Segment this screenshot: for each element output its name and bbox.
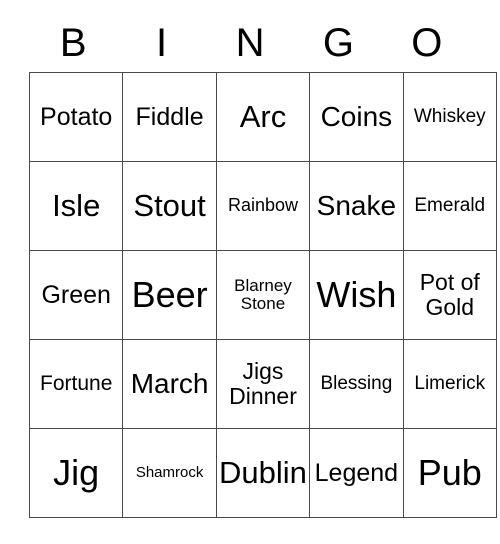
bingo-cell-label: March — [130, 367, 209, 399]
bingo-card: B I N G O Potato Fiddle Arc Coins Whiske… — [28, 14, 497, 518]
bingo-cell[interactable]: Rainbow — [215, 161, 311, 251]
bingo-cell-label: Rainbow — [227, 195, 298, 216]
bingo-cell[interactable]: Pub — [402, 428, 497, 518]
bingo-cell[interactable]: March — [122, 339, 217, 429]
bingo-cell-label: Fortune — [40, 371, 113, 395]
bingo-cell-label: Arc — [239, 99, 287, 135]
bingo-cell-label: Emerald — [414, 194, 486, 216]
bingo-cell-label: Limerick — [414, 372, 486, 394]
bingo-cell[interactable]: Coins — [309, 72, 404, 162]
bingo-cell[interactable]: Potato — [28, 72, 124, 162]
bingo-cell-label: Blarney Stone — [234, 275, 292, 313]
bingo-row: Potato Fiddle Arc Coins Whiskey — [28, 72, 497, 162]
bingo-cell-label: Potato — [40, 102, 113, 131]
bingo-cell-label: Isle — [52, 188, 101, 224]
bingo-cell[interactable]: Jig — [28, 428, 124, 518]
bingo-cell-label: Pot of Gold — [419, 269, 480, 320]
bingo-cell[interactable]: Arc — [215, 72, 311, 162]
bingo-cell[interactable]: Shamrock — [122, 428, 217, 518]
bingo-cell[interactable]: Dublin — [215, 428, 311, 518]
bingo-cell-label: Dublin — [219, 455, 307, 491]
bingo-cell-label: Jig — [53, 451, 100, 493]
bingo-cell[interactable]: Stout — [122, 161, 217, 251]
bingo-cell[interactable]: Pot of Gold — [402, 250, 497, 340]
bingo-header-letter-o: O — [411, 21, 443, 65]
bingo-cell-label: Whiskey — [413, 105, 486, 127]
bingo-cell[interactable]: Blarney Stone — [215, 250, 311, 340]
bingo-cell[interactable]: Blessing — [309, 339, 404, 429]
bingo-cell-label: Blessing — [320, 372, 393, 394]
bingo-row: Fortune March Jigs Dinner Blessing Limer… — [28, 339, 497, 429]
bingo-cell-label: Legend — [314, 458, 399, 487]
bingo-row: Green Beer Blarney Stone Wish Pot of Gol… — [28, 250, 497, 340]
bingo-row: Isle Stout Rainbow Snake Emerald — [28, 161, 497, 251]
bingo-header-letter-g: G — [322, 21, 354, 65]
bingo-cell-label: Coins — [320, 100, 393, 132]
bingo-cell[interactable]: Fortune — [28, 339, 124, 429]
bingo-row: Jig Shamrock Dublin Legend Pub — [28, 428, 497, 518]
bingo-cell[interactable]: Whiskey — [402, 72, 497, 162]
bingo-cell-label: Wish — [316, 273, 397, 315]
bingo-cell-label: Snake — [316, 189, 397, 221]
bingo-cell-label: Stout — [133, 188, 206, 224]
bingo-cell[interactable]: Jigs Dinner — [215, 339, 311, 429]
bingo-cell[interactable]: Emerald — [402, 161, 497, 251]
bingo-cell-label: Green — [41, 280, 111, 309]
bingo-cell[interactable]: Fiddle — [122, 72, 217, 162]
bingo-cell[interactable]: Snake — [309, 161, 404, 251]
bingo-cell-label: Pub — [417, 451, 482, 493]
bingo-cell-label: Jigs Dinner — [229, 358, 297, 409]
bingo-cell[interactable]: Isle — [28, 161, 124, 251]
bingo-header-letter-n: N — [235, 21, 265, 65]
bingo-cell[interactable]: Green — [28, 250, 124, 340]
bingo-cell[interactable]: Wish — [309, 250, 404, 340]
bingo-cell-label: Fiddle — [135, 102, 204, 131]
bingo-cell-label: Beer — [131, 273, 208, 315]
bingo-header-row: B I N G O — [29, 14, 471, 72]
bingo-cell-label: Shamrock — [135, 463, 204, 481]
bingo-grid: Potato Fiddle Arc Coins Whiskey Isle Sto… — [28, 72, 497, 518]
bingo-header-letter-i: I — [156, 21, 168, 65]
bingo-header-letter-b: B — [59, 21, 87, 65]
bingo-cell[interactable]: Limerick — [402, 339, 497, 429]
bingo-cell[interactable]: Beer — [122, 250, 217, 340]
bingo-cell[interactable]: Legend — [309, 428, 404, 518]
